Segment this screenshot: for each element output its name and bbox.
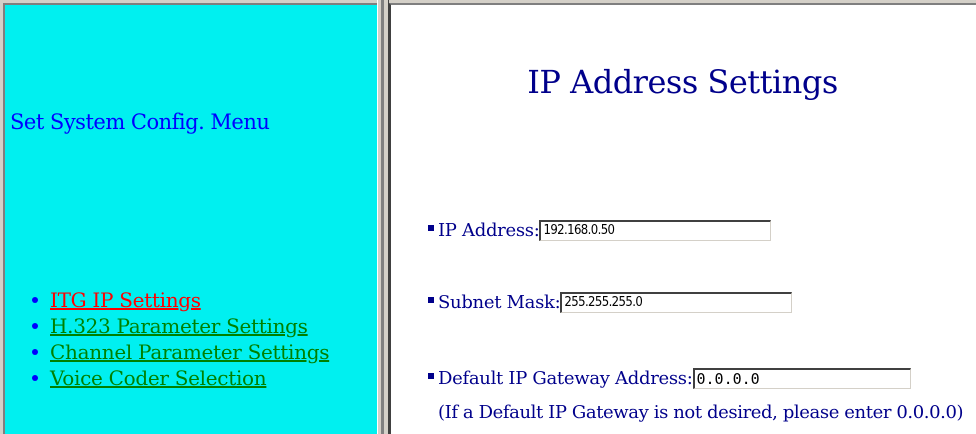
menu-item-voice-coder-selection: Voice Coder Selection [32, 365, 329, 391]
menu-title: Set System Config. Menu [10, 110, 270, 134]
default-gateway-label: Default IP Gateway Address: [438, 367, 693, 389]
link-itg-ip-settings[interactable]: ITG IP Settings [50, 288, 201, 312]
menu-item-itg-ip-settings: ITG IP Settings [32, 287, 329, 313]
default-gateway-input[interactable]: 0.0.0.0 [692, 367, 911, 389]
link-channel-parameter-settings[interactable]: Channel Parameter Settings [50, 340, 329, 364]
content-frame: IP Address Settings IP Address: 192.168.0… [389, 3, 976, 434]
menu-list: ITG IP Settings H.323 Parameter Settings… [32, 287, 329, 391]
square-bullet-icon [428, 297, 434, 303]
frame-splitter-groove [381, 0, 384, 434]
bullet-icon [32, 375, 38, 381]
subnet-mask-input[interactable]: 255.255.255.0 [560, 291, 793, 313]
frame-splitter[interactable] [377, 0, 389, 434]
subnet-mask-label: Subnet Mask: [438, 291, 561, 313]
link-h323-parameter-settings[interactable]: H.323 Parameter Settings [50, 314, 308, 338]
ip-address-row: IP Address: 192.168.0.50 [428, 219, 772, 241]
page-title: IP Address Settings [527, 63, 838, 101]
default-gateway-row: Default IP Gateway Address: 0.0.0.0 [428, 367, 911, 389]
bullet-icon [32, 323, 38, 329]
menu-frame: Set System Config. Menu ITG IP Settings … [3, 3, 377, 434]
frameset: Set System Config. Menu ITG IP Settings … [0, 0, 976, 434]
square-bullet-icon [428, 373, 434, 379]
menu-item-channel-parameter-settings: Channel Parameter Settings [32, 339, 329, 365]
bullet-icon [32, 297, 38, 303]
ip-address-label: IP Address: [438, 219, 540, 241]
bullet-icon [32, 349, 38, 355]
menu-item-h323-parameter-settings: H.323 Parameter Settings [32, 313, 329, 339]
ip-address-input[interactable]: 192.168.0.50 [539, 219, 772, 241]
square-bullet-icon [428, 225, 434, 231]
link-voice-coder-selection[interactable]: Voice Coder Selection [50, 366, 267, 390]
gateway-note: (If a Default IP Gateway is not desired,… [438, 402, 964, 423]
subnet-mask-row: Subnet Mask: 255.255.255.0 [428, 291, 793, 313]
